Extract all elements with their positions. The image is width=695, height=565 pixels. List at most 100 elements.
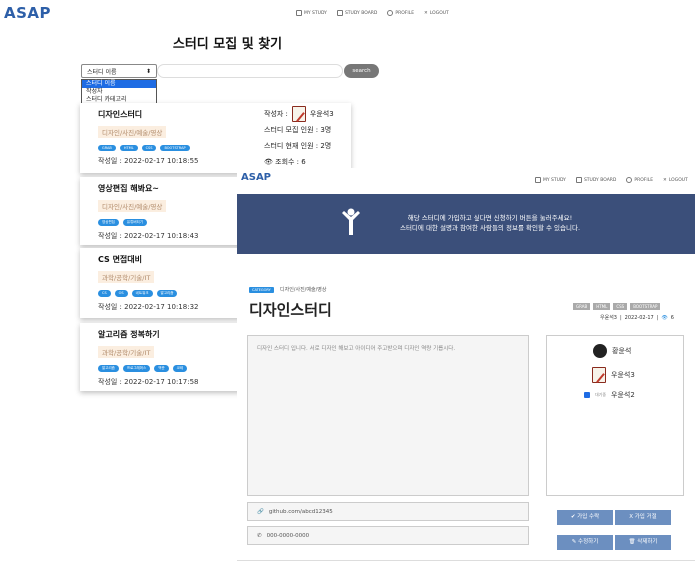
- info-banner: 해당 스터디에 가입하고 싶다면 신청하기 버튼을 눌러주세요! 스터디에 대한…: [237, 194, 695, 254]
- github-text: github.com/abcd12345: [268, 508, 333, 515]
- book-icon: [535, 177, 541, 183]
- note-icon: [291, 106, 306, 122]
- current-members: 스터디 현재 인원 : 2명: [264, 142, 332, 150]
- eye-icon: 👁: [264, 158, 273, 166]
- chevron-down-icon: ⬍: [145, 67, 151, 75]
- nav-my-study-label: MY STUDY: [304, 10, 327, 16]
- tag-badge: BOOTSTRAP: [160, 145, 190, 151]
- banner-line-1: 해당 스터디에 가입하고 싶다면 신청하기 버튼을 눌러주세요!: [407, 214, 573, 222]
- study-card-category: 디자인/사진/예술/영상: [98, 200, 167, 212]
- reject-join-button[interactable]: X 가입 거절: [615, 510, 671, 525]
- tag-badge: OS: [114, 290, 128, 297]
- max-members: 스터디 모집 인원 : 3명: [264, 126, 332, 134]
- nav-study-board-label: STUDY BOARD: [344, 10, 378, 16]
- nav-profile-label: PROFILE: [634, 177, 654, 183]
- member-item[interactable]: 대기중 우윤석2: [584, 390, 635, 400]
- study-card-category: 디자인/사진/예술/영상: [98, 126, 167, 138]
- study-card-category: 과학/공학/기술/IT: [98, 346, 155, 358]
- member-item[interactable]: 우윤석3: [592, 367, 635, 383]
- tag-badge: 유튜버되기: [122, 219, 147, 226]
- tag-badge: 프로그래머스: [122, 365, 151, 372]
- github-link[interactable]: 🔗 github.com/abcd12345: [247, 502, 529, 521]
- nav-my-study-label: MY STUDY: [543, 177, 566, 183]
- note-icon: [592, 367, 606, 383]
- link-icon: 🔗: [257, 508, 264, 515]
- tag-badge: 알고리즘: [156, 290, 178, 297]
- member-name: 우윤석2: [611, 391, 635, 399]
- category-badge: CATEGORY: [249, 287, 274, 293]
- nav-profile[interactable]: PROFILE: [626, 177, 653, 183]
- study-meta: 우윤석3 | 2022-02-17 | 👁 6: [600, 314, 674, 322]
- study-category: 디자인/사진/예술/영상: [280, 287, 327, 293]
- writer-label: 작성자 :: [264, 110, 288, 118]
- tag-badge: GRAB: [573, 303, 591, 310]
- edit-study-button[interactable]: ✎ 수정하기: [557, 535, 613, 550]
- user-icon: [387, 10, 394, 16]
- accept-join-button[interactable]: ✔ 가입 수락: [557, 510, 613, 525]
- dropdown-option-study-name[interactable]: 스터디 이름: [82, 80, 156, 88]
- writer-row: 작성자 : 우윤석3: [264, 106, 334, 122]
- nav-study-board[interactable]: STUDY BOARD: [575, 177, 617, 183]
- tag-badge: 코테: [172, 365, 188, 372]
- search-input[interactable]: [157, 64, 343, 78]
- top-nav: MY STUDY STUDY BOARD PROFILE ✕ LOGOUT: [535, 177, 688, 183]
- views-count: 조회수 : 6: [275, 158, 306, 166]
- avatar: [593, 344, 607, 358]
- writer-name: 우윤석3: [309, 110, 334, 118]
- book-icon: [296, 10, 302, 16]
- tag-badge: HTML: [119, 145, 138, 151]
- tag-badge: 네트워크: [131, 290, 153, 297]
- nav-logout[interactable]: ✕ LOGOUT: [424, 11, 449, 16]
- person-arms-up-icon: [342, 208, 360, 235]
- search-category-select[interactable]: 스터디 이름 ⬍: [81, 64, 157, 78]
- member-name: 우윤석3: [611, 371, 635, 379]
- nav-my-study[interactable]: MY STUDY: [535, 177, 566, 183]
- phone-text: 000-0000-0000: [266, 532, 310, 539]
- member-checkbox[interactable]: [584, 392, 590, 398]
- member-name: 황윤석: [612, 347, 632, 355]
- nav-profile[interactable]: PROFILE: [387, 10, 414, 16]
- meta-separator: |: [619, 314, 622, 321]
- nav-logout-label: LOGOUT: [668, 177, 688, 183]
- tag-badge: HTML: [593, 303, 611, 310]
- dropdown-option-writer[interactable]: 작성자: [82, 88, 156, 96]
- member-status: 대기중: [595, 392, 607, 397]
- search-category-dropdown: 스터디 이름 작성자 스터디 카테고리: [81, 79, 157, 105]
- search-button[interactable]: search: [344, 64, 379, 78]
- nav-study-board-label: STUDY BOARD: [583, 177, 617, 183]
- banner-text: 해당 스터디에 가입하고 싶다면 신청하기 버튼을 눌러주세요! 스터디에 대한…: [370, 213, 610, 233]
- study-description: 디자인 스터디 입니다. 서로 디자인 해보고 아이디어 주고받으며 디자인 역…: [247, 335, 529, 496]
- delete-study-button[interactable]: 🗑 삭제하기: [615, 535, 671, 550]
- select-value: 스터디 이름: [87, 68, 117, 76]
- study-title: 디자인스터디: [249, 301, 332, 319]
- eye-icon: 👁: [661, 314, 668, 321]
- tag-badge: CSS: [141, 145, 157, 151]
- study-card-category: 과학/공학/기술/IT: [98, 271, 155, 283]
- study-views: 6: [670, 314, 674, 321]
- tag-badge: CSS: [613, 303, 628, 310]
- nav-profile-label: PROFILE: [395, 10, 415, 16]
- banner-line-2: 스터디에 대한 설명과 참여한 사람들의 정보를 확인할 수 있습니다.: [399, 224, 581, 232]
- app-logo[interactable]: ASAP: [241, 172, 271, 183]
- board-icon: [336, 10, 343, 16]
- tag-badge: CS: [98, 290, 111, 297]
- study-writer: 우윤석3: [600, 315, 617, 321]
- study-date: 2022-02-17: [624, 314, 654, 321]
- meta-separator: |: [656, 314, 659, 321]
- nav-study-board[interactable]: STUDY BOARD: [336, 10, 378, 16]
- nav-logout[interactable]: ✕ LOGOUT: [663, 178, 688, 183]
- top-nav: MY STUDY STUDY BOARD PROFILE ✕ LOGOUT: [296, 10, 449, 16]
- phone-info: ✆ 000-0000-0000: [247, 526, 529, 545]
- study-card-info: 작성자 : 우윤석3 스터디 모집 인원 : 3명 스터디 현재 인원 : 2명…: [264, 106, 334, 170]
- close-icon: ✕: [663, 177, 667, 183]
- close-icon: ✕: [424, 10, 428, 16]
- page-title: 스터디 모집 및 찾기: [172, 37, 283, 52]
- app-logo[interactable]: ASAP: [4, 4, 51, 22]
- nav-logout-label: LOGOUT: [429, 10, 449, 16]
- tag-badge: GRAB: [98, 145, 116, 151]
- tag-badge: 백준: [154, 365, 169, 372]
- study-tags: GRAB HTML CSS BOOTSTRAP: [573, 303, 661, 310]
- phone-icon: ✆: [257, 532, 262, 539]
- nav-my-study[interactable]: MY STUDY: [296, 10, 327, 16]
- member-item[interactable]: 황윤석: [593, 344, 631, 358]
